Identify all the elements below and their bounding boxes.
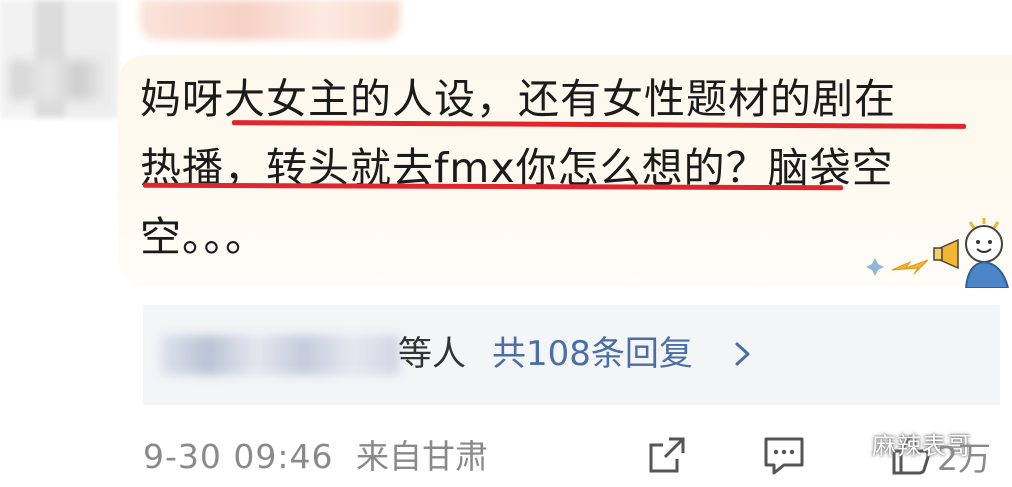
comment-icon[interactable] <box>762 433 806 477</box>
wechat-logo-icon <box>826 428 864 458</box>
replies-suffix: 等人 <box>398 334 466 374</box>
comment-line-1: 妈呀大女主的人设，还有女性题材的剧在 <box>140 75 896 123</box>
comment-meta: 9-30 09:46 来自甘肃 <box>143 435 488 479</box>
reply-usernames-blurred <box>160 335 400 375</box>
mascot-sticker <box>866 218 1010 288</box>
chevron-right-icon[interactable] <box>732 340 754 368</box>
comment-card: 妈呀大女主的人设，还有女性题材的剧在 热播，转头就去fmx你怎么想的？脑袋空 空… <box>0 0 1012 487</box>
share-icon[interactable] <box>645 433 689 477</box>
timestamp: 9-30 09:46 <box>143 437 334 476</box>
username-blurred[interactable] <box>140 0 400 40</box>
avatar[interactable] <box>0 0 118 118</box>
location: 来自甘肃 <box>356 437 488 476</box>
like-count: 2万 <box>937 439 991 478</box>
comment-line-3: 空。。。 <box>140 213 267 261</box>
view-replies-link[interactable]: 共108条回复 <box>492 330 693 378</box>
